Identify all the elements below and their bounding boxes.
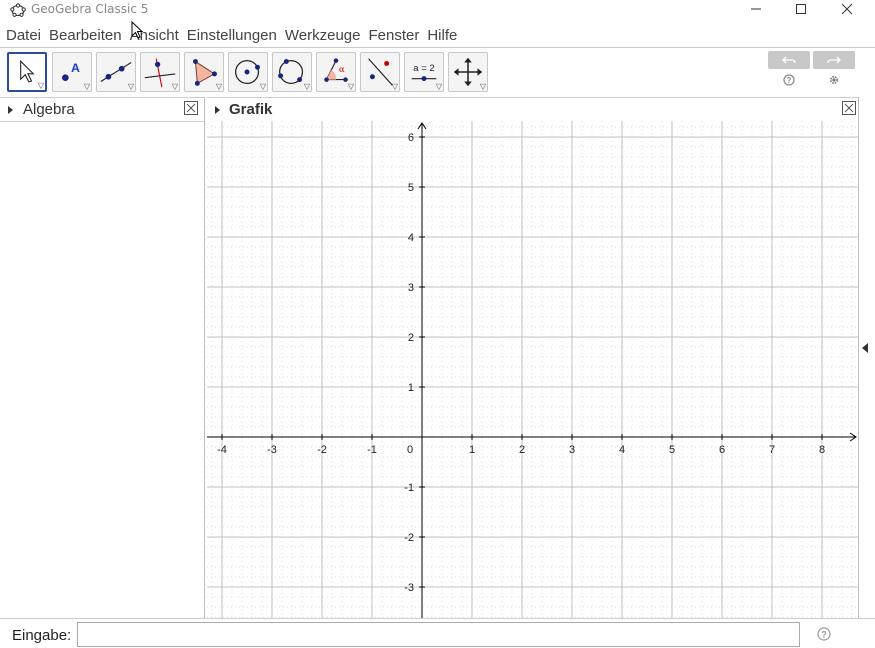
move-tool[interactable]: ▽ [7,52,47,92]
title-bar: GeoGebra Classic 5 [0,0,875,22]
x-tick-label: 5 [669,444,675,456]
menu-fenster[interactable]: Fenster [368,27,419,44]
algebra-header: Algebra [0,98,204,122]
circle-three-points-tool[interactable]: ▽ [272,52,312,92]
redo-button[interactable] [813,51,855,69]
x-tick-label: -2 [317,444,327,456]
maximize-icon [796,4,806,14]
perpendicular-line-tool[interactable]: ▽ [140,52,180,92]
y-tick-label: -3 [404,582,414,594]
y-tick-label: 2 [408,332,414,344]
undo-icon [782,56,796,64]
x-tick-label: 8 [819,444,825,456]
help-icon[interactable]: ? [783,74,795,86]
coordinate-plane[interactable]: -4 -3 -2 -1 0 1 2 3 4 5 6 7 8 6 5 4 3 2 1 -1 -2 -3 [207,121,858,618]
svg-text:α: α [339,65,345,75]
maximize-button[interactable] [781,0,821,18]
y-tick-label: 5 [408,182,414,194]
graphics-canvas[interactable]: -4 -3 -2 -1 0 1 2 3 4 5 6 7 8 6 5 4 3 2 1 -1 -2 -3 [207,121,858,618]
close-icon [186,103,196,113]
menu-werkzeuge[interactable]: Werkzeuge [285,27,361,44]
reflect-tool[interactable]: ▽ [360,52,400,92]
input-label: Eingabe: [12,627,72,644]
redo-icon [827,56,841,64]
graphics-header: Grafik [207,98,859,122]
x-tick-label: -4 [217,444,227,456]
y-tick-label: -1 [404,482,414,494]
menu-einstellungen[interactable]: Einstellungen [187,27,277,44]
graphics-close-button[interactable] [842,101,856,115]
x-tick-label: 0 [407,444,413,456]
x-tick-label: 6 [719,444,725,456]
y-tick-label: 6 [408,132,414,144]
y-tick-label: 4 [408,232,414,244]
y-tick-label: 3 [408,282,414,294]
menu-datei[interactable]: Datei [6,27,41,44]
x-tick-label: 4 [619,444,625,456]
x-tick-label: -1 [367,444,377,456]
svg-text:?: ? [787,76,792,85]
line-tool[interactable]: ▽ [96,52,136,92]
svg-text:A: A [71,61,80,75]
algebra-title: Algebra [23,101,75,118]
close-icon [844,103,854,113]
slider-tool[interactable]: a = 2 ▽ [404,52,444,92]
undo-button[interactable] [768,51,810,69]
gear-icon[interactable] [828,74,840,86]
help-icon[interactable]: ? [817,627,831,641]
y-tick-label: 1 [408,382,414,394]
close-window-button[interactable] [827,0,867,18]
close-icon [841,3,853,15]
expand-sidebar-arrow-icon[interactable] [862,343,868,353]
menu-hilfe[interactable]: Hilfe [427,27,457,44]
circle-center-point-tool[interactable]: ▽ [228,52,268,92]
collapse-triangle-icon[interactable] [215,106,220,114]
window-title: GeoGebra Classic 5 [31,2,149,16]
collapse-triangle-icon[interactable] [8,106,13,114]
algebra-view[interactable]: Algebra [0,97,205,618]
input-bar: Eingabe: ? [0,618,875,648]
x-tick-label: 7 [769,444,775,456]
toolbar: ▽ A ▽ ▽ ▽ ▽ ▽ ▽ α ▽ ▽ a = 2 ▽ ▽ ? [0,47,875,97]
minimize-icon [751,8,761,10]
menu-bearbeiten[interactable]: Bearbeiten [49,27,122,44]
x-tick-label: -3 [267,444,277,456]
angle-tool[interactable]: α ▽ [316,52,356,92]
algebra-close-button[interactable] [184,101,198,115]
graphics-title: Grafik [229,101,273,118]
minimize-button[interactable] [736,0,776,18]
input-field[interactable] [77,622,800,647]
x-tick-label: 1 [469,444,475,456]
svg-text:?: ? [821,630,827,640]
svg-text:a = 2: a = 2 [413,63,434,74]
x-tick-label: 3 [569,444,575,456]
move-graphics-tool[interactable]: ▽ [448,52,488,92]
x-tick-label: 2 [519,444,525,456]
mouse-cursor-icon [131,21,143,39]
geogebra-logo-icon [10,3,26,17]
y-tick-label: -2 [404,532,414,544]
point-tool[interactable]: A ▽ [52,52,92,92]
polygon-tool[interactable]: ▽ [184,52,224,92]
